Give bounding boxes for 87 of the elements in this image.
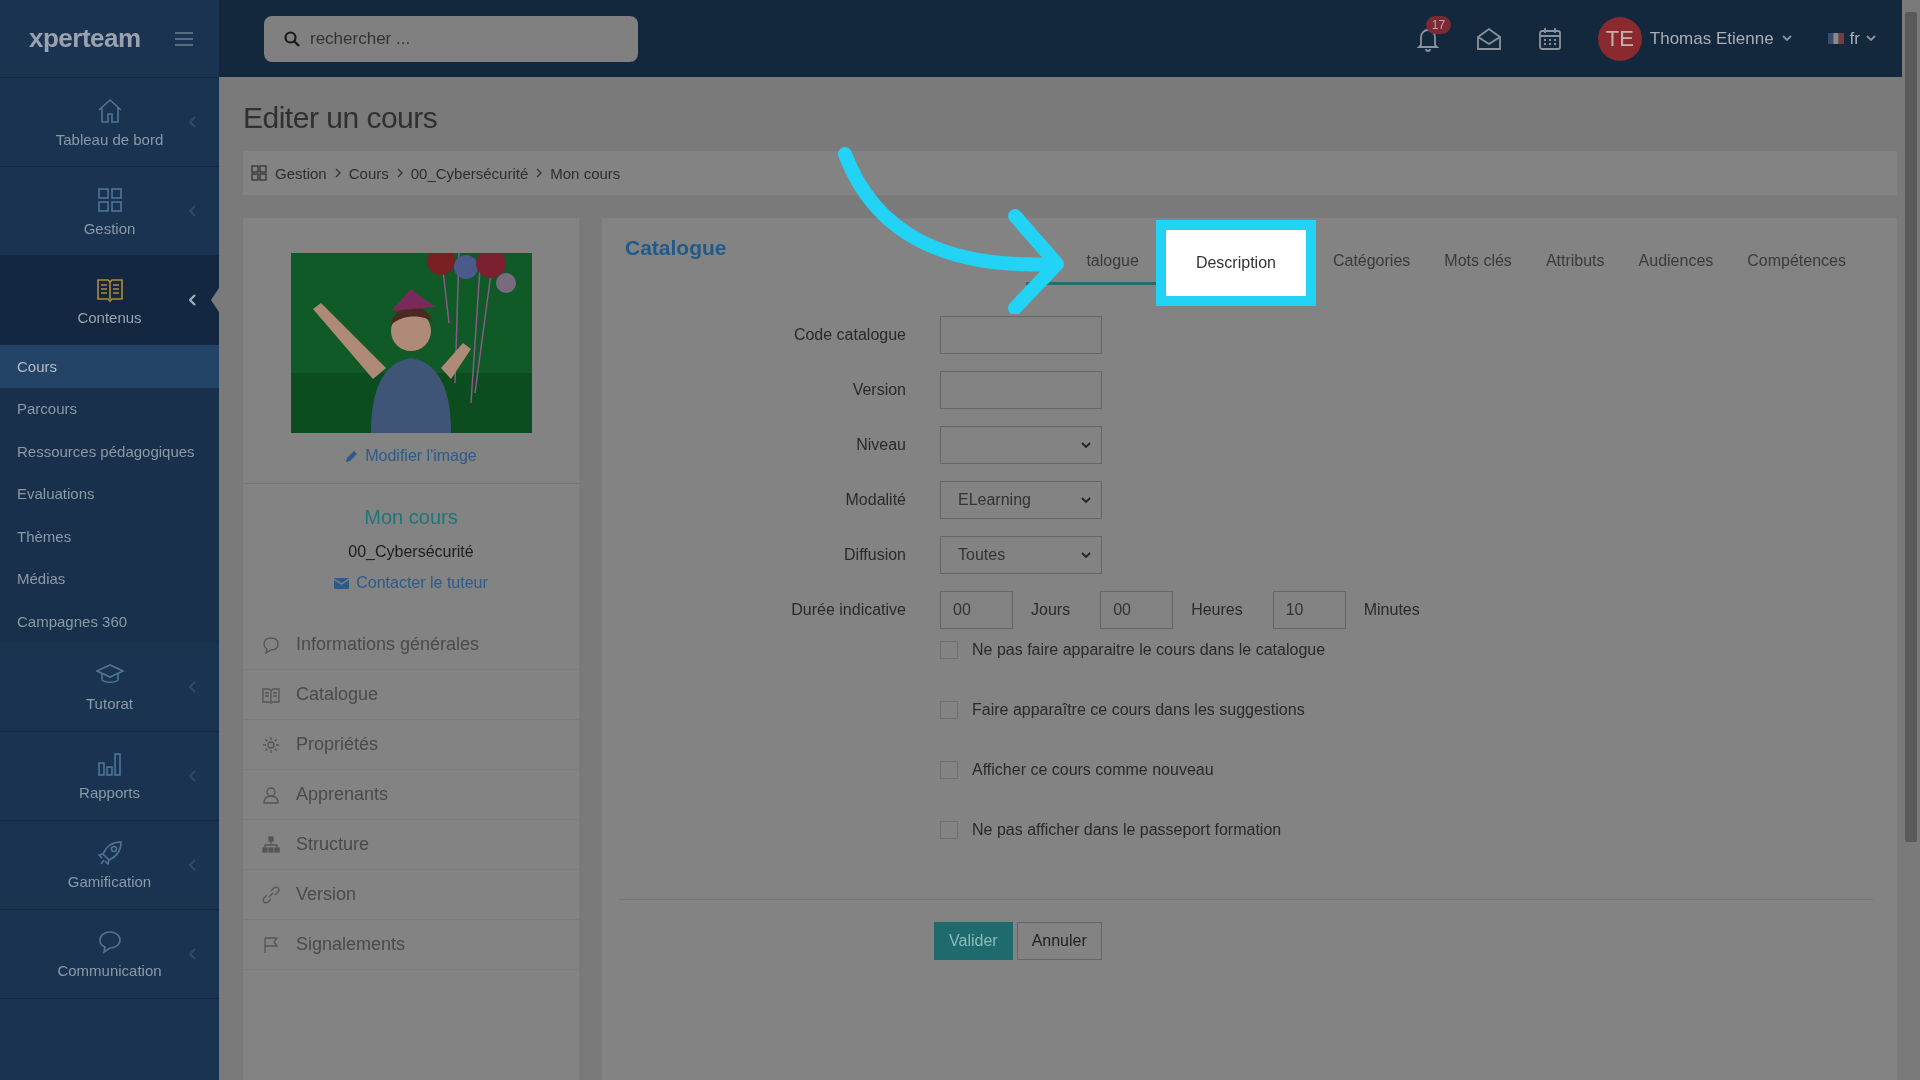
language-menu[interactable]: fr (1827, 28, 1876, 49)
chevron-icon (189, 294, 197, 306)
checkbox-label: Afficher ce cours comme nouveau (972, 761, 1214, 779)
field-label: Niveau (855, 436, 906, 454)
menu-item-icon (262, 785, 280, 804)
menu-item-icon (262, 885, 280, 904)
sidebar-item[interactable]: Contenus (0, 256, 219, 345)
caret-icon (1081, 496, 1091, 504)
number-field[interactable]: 00 (1100, 591, 1174, 629)
field-label: Durée indicative (790, 601, 906, 619)
course-menu-item[interactable]: Propriétés (243, 720, 579, 770)
dropdown[interactable] (940, 426, 1102, 464)
unit-label: Minutes (1363, 601, 1420, 619)
dropdown[interactable]: ELearning (940, 481, 1102, 519)
text-field[interactable] (940, 316, 1102, 354)
user-menu[interactable]: TE Thomas Etienne (1597, 16, 1792, 61)
sidebar-icon (95, 185, 124, 214)
number-field[interactable]: 00 (940, 591, 1013, 629)
course-menu-item[interactable]: Apprenants (243, 770, 579, 820)
contact-tutor-link[interactable]: Contacter le tuteur (356, 574, 488, 592)
tab[interactable]: Attributs (1528, 240, 1622, 285)
submenu-item[interactable]: Thèmes (0, 515, 219, 558)
flag-icon (1827, 33, 1844, 44)
checkbox-label: Ne pas afficher dans le passeport formation (972, 821, 1282, 839)
tab[interactable]: Audiences (1621, 240, 1731, 285)
unit-label: Jours (1031, 601, 1071, 619)
caret-icon (1081, 441, 1091, 449)
search-icon (284, 30, 300, 47)
notification-badge: 17 (1425, 15, 1452, 34)
page-title: Editer un cours (243, 101, 439, 135)
menu-icon[interactable] (175, 31, 193, 46)
menu-item-icon (262, 735, 280, 754)
search-field[interactable]: rechercher ... (264, 15, 638, 62)
chevron-icon (536, 168, 543, 178)
tab[interactable]: Catégories (1315, 240, 1428, 285)
menu-item-icon (262, 835, 280, 854)
tab[interactable]: Compétences (1730, 240, 1863, 285)
pencil-icon (345, 449, 359, 463)
avatar: TE (1597, 16, 1642, 61)
course-menu-item[interactable]: Catalogue (243, 670, 579, 720)
submenu-item[interactable]: Médias (0, 557, 219, 600)
submenu-item[interactable]: Parcours (0, 387, 219, 430)
caret-icon (1781, 35, 1792, 42)
chevron-icon (396, 168, 403, 178)
number-field[interactable]: 10 (1272, 591, 1346, 629)
cancel-button[interactable]: Annuler (1016, 922, 1102, 960)
field-label: Modalité (844, 491, 906, 509)
active-pointer (211, 288, 219, 312)
course-category: 00_Cybersécurité (348, 543, 474, 561)
submenu-item[interactable]: Campagnes 360 (0, 600, 219, 643)
caret-icon (1866, 35, 1876, 42)
logo[interactable]: xperteam (29, 23, 141, 54)
breadcrumb-link[interactable]: 00_Cybersécurité (410, 164, 529, 182)
sidebar-icon (95, 750, 124, 778)
field-label: Code catalogue (792, 326, 906, 344)
tab[interactable]: Description (1155, 219, 1316, 306)
dropdown[interactable]: Toutes (940, 536, 1102, 574)
checkbox-label: Faire apparaître ce cours dans les suggestions (972, 701, 1305, 719)
field-label: Version (851, 381, 906, 399)
field-label: Diffusion (843, 546, 906, 564)
checkbox-label: Ne pas faire apparaitre le cours dans le catalogue (972, 641, 1326, 659)
text-field[interactable] (940, 371, 1102, 409)
sidebar-icon (95, 839, 124, 867)
caret-icon (1081, 551, 1091, 559)
submenu-item[interactable]: Ressources pédagogiques (0, 430, 219, 473)
menu-item-icon (262, 935, 280, 954)
breadcrumb-link[interactable]: Gestion (275, 164, 327, 182)
chevron-icon (334, 168, 341, 178)
submit-button[interactable]: Valider (934, 922, 1013, 960)
submenu-item[interactable]: Evaluations (0, 472, 219, 515)
menu-item-icon (262, 685, 280, 704)
course-title: Mon cours (364, 506, 458, 529)
tab[interactable]: Mots clés (1427, 240, 1529, 285)
submenu-item[interactable]: Cours (0, 345, 219, 388)
course-menu-item[interactable]: Structure (243, 820, 579, 870)
unit-label: Heures (1191, 601, 1243, 619)
envelope-icon (334, 577, 350, 589)
edit-image-link[interactable]: Modifier l'image (365, 447, 477, 465)
grid-icon (251, 165, 267, 181)
course-menu-item[interactable]: Signalements (243, 920, 579, 970)
calendar-icon[interactable] (1537, 26, 1562, 51)
section-title: Catalogue (625, 236, 727, 260)
envelope-icon[interactable] (1475, 26, 1502, 51)
breadcrumb-link[interactable]: Cours (348, 164, 389, 182)
menu-item-icon (262, 635, 280, 654)
course-menu-item[interactable]: Version (243, 870, 579, 920)
course-menu-item[interactable]: Informations générales (243, 620, 579, 670)
